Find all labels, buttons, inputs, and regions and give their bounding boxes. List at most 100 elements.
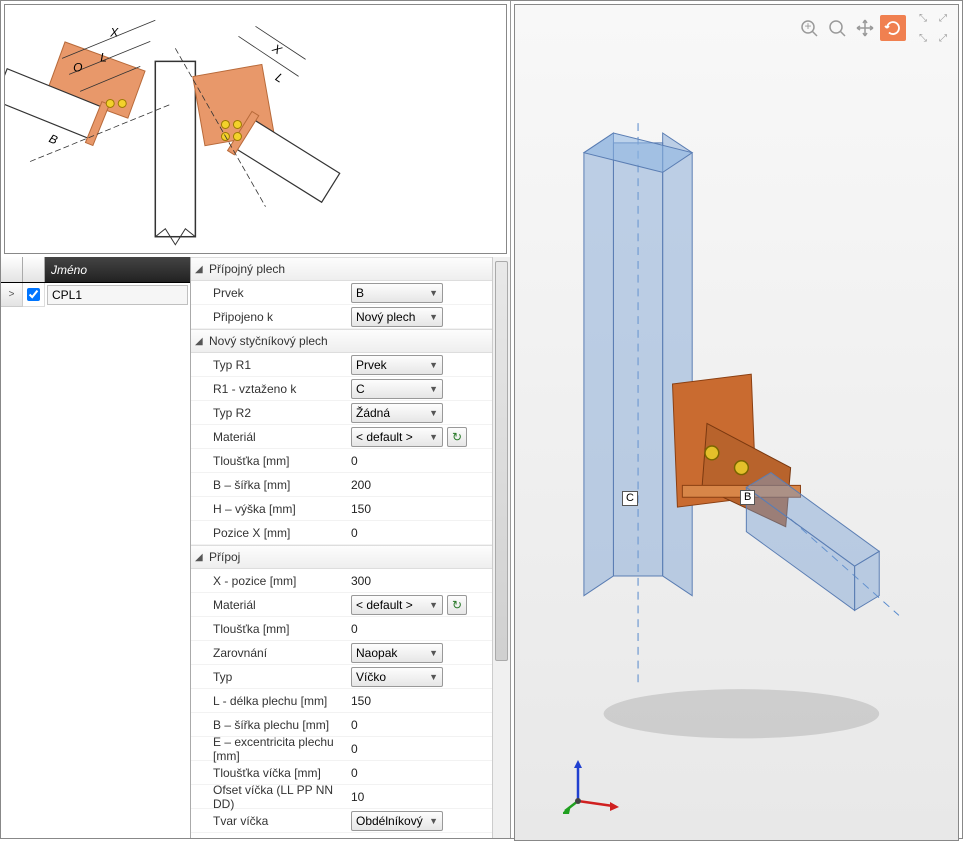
select-value: Prvek bbox=[356, 358, 387, 372]
prop-label: Typ bbox=[191, 670, 351, 684]
prop-e-excentricita: E – excentricita plechu [mm]0 bbox=[191, 737, 492, 761]
prop-r1-vztazeno: R1 - vztaženo kC▼ bbox=[191, 377, 492, 401]
prop-label: E – excentricita plechu [mm] bbox=[191, 735, 351, 763]
prop-label: Připojeno k bbox=[191, 310, 351, 324]
section-title: Přípojný plech bbox=[209, 262, 285, 276]
select-value: C bbox=[356, 382, 365, 396]
material-lookup-button[interactable]: ↻ bbox=[447, 427, 467, 447]
prop-label: Prvek bbox=[191, 286, 351, 300]
select-value: < default > bbox=[356, 598, 413, 612]
prop-value[interactable]: 150 bbox=[351, 502, 371, 516]
prop-x-pozice: X - pozice [mm]300 bbox=[191, 569, 492, 593]
select-value: Naopak bbox=[356, 646, 397, 660]
left-pane: X L O B X L Jméno > ◢Přípojný plech bbox=[1, 1, 511, 838]
chevron-down-icon: ▼ bbox=[429, 408, 438, 418]
prop-label: H – výška [mm] bbox=[191, 502, 351, 516]
row-checkbox-cell[interactable] bbox=[23, 283, 45, 307]
grid-header: Jméno bbox=[1, 257, 190, 283]
select-value: Víčko bbox=[356, 670, 386, 684]
prop-prvek: Prvek B▼ bbox=[191, 281, 492, 305]
prop-label: L - délka plechu [mm] bbox=[191, 694, 351, 708]
prop-b-sirka: B – šířka [mm]200 bbox=[191, 473, 492, 497]
grid-header-name: Jméno bbox=[45, 263, 190, 277]
material-lookup-button[interactable]: ↻ bbox=[447, 595, 467, 615]
select-tvar-vicka[interactable]: Obdélníkový▼ bbox=[351, 811, 443, 831]
svg-text:X: X bbox=[109, 25, 119, 39]
prop-value[interactable]: 0 bbox=[351, 526, 358, 540]
select-material[interactable]: < default > ▼ bbox=[351, 595, 443, 615]
collapse-icon: ◢ bbox=[195, 552, 209, 563]
grid-row[interactable]: > bbox=[1, 283, 190, 307]
select-zarovnani[interactable]: Naopak ▼ bbox=[351, 643, 443, 663]
prop-typ-r2: Typ R2 Žádná ▼ bbox=[191, 401, 492, 425]
prop-tvar-vicka: Tvar víčkaObdélníkový▼ bbox=[191, 809, 492, 833]
prop-label: Typ R1 bbox=[191, 358, 351, 372]
prop-tloustka-s2: Tloušťka [mm]0 bbox=[191, 449, 492, 473]
prop-value[interactable]: 0 bbox=[351, 718, 358, 732]
prop-label: B – šířka [mm] bbox=[191, 478, 351, 492]
prop-label: Tloušťka [mm] bbox=[191, 454, 351, 468]
prop-b-sirka-plechu: B – šířka plechu [mm]0 bbox=[191, 713, 492, 737]
lower-panels: Jméno > ◢Přípojný plech Prvek B▼ Připoje… bbox=[1, 257, 510, 838]
select-typ[interactable]: Víčko▼ bbox=[351, 667, 443, 687]
svg-text:L: L bbox=[100, 50, 107, 64]
row-indicator: > bbox=[1, 283, 23, 307]
prop-label: Zarovnání bbox=[191, 646, 351, 660]
chevron-down-icon: ▼ bbox=[429, 432, 438, 442]
select-value: Nový plech bbox=[356, 310, 415, 324]
properties-panel: ◢Přípojný plech Prvek B▼ Připojeno k Nov… bbox=[191, 257, 510, 838]
prop-typ-r1: Typ R1Prvek▼ bbox=[191, 353, 492, 377]
select-typ-r2[interactable]: Žádná ▼ bbox=[351, 403, 443, 423]
prop-label: B – šířka plechu [mm] bbox=[191, 718, 351, 732]
prop-value[interactable]: 0 bbox=[351, 454, 358, 468]
viewport-3d[interactable]: + ⤡ ⤢ ⤡ ⤢ bbox=[514, 4, 959, 841]
svg-text:X: X bbox=[269, 41, 285, 58]
select-material[interactable]: < default > ▼ bbox=[351, 427, 443, 447]
section-pripoj[interactable]: ◢Přípoj bbox=[191, 545, 492, 569]
label-b: B bbox=[740, 490, 755, 505]
select-prvek[interactable]: B▼ bbox=[351, 283, 443, 303]
prop-value[interactable]: 300 bbox=[351, 574, 371, 588]
section-title: Přípoj bbox=[209, 550, 240, 564]
svg-text:O: O bbox=[73, 60, 83, 74]
scrollbar-thumb[interactable] bbox=[495, 261, 508, 661]
select-value: < default > bbox=[356, 430, 413, 444]
prop-value[interactable]: 10 bbox=[351, 790, 364, 804]
row-name-input[interactable] bbox=[47, 285, 188, 305]
prop-value[interactable]: 150 bbox=[351, 694, 371, 708]
prop-pripojeno-k: Připojeno k Nový plech ▼ bbox=[191, 305, 492, 329]
prop-value[interactable]: 200 bbox=[351, 478, 371, 492]
prop-label: R1 - vztaženo k bbox=[191, 382, 351, 396]
prop-tloustka-vicka: Tloušťka víčka [mm]0 bbox=[191, 761, 492, 785]
prop-pozice-x: Pozice X [mm]0 bbox=[191, 521, 492, 545]
prop-label: Tloušťka [mm] bbox=[191, 622, 351, 636]
prop-label: Typ R2 bbox=[191, 406, 351, 420]
chevron-down-icon: ▼ bbox=[429, 600, 438, 610]
prop-material-s2: Materiál< default >▼↻ bbox=[191, 425, 492, 449]
row-checkbox[interactable] bbox=[27, 288, 40, 301]
prop-value[interactable]: 0 bbox=[351, 742, 358, 756]
select-typ-r1[interactable]: Prvek▼ bbox=[351, 355, 443, 375]
section-title: Nový styčníkový plech bbox=[209, 334, 328, 348]
select-value: B bbox=[356, 286, 364, 300]
chevron-down-icon: ▼ bbox=[429, 384, 438, 394]
select-r1-vzt[interactable]: C▼ bbox=[351, 379, 443, 399]
section-novy-stycnik[interactable]: ◢Nový styčníkový plech bbox=[191, 329, 492, 353]
chevron-down-icon: ▼ bbox=[429, 648, 438, 658]
axis-triad-icon bbox=[563, 756, 623, 816]
chevron-down-icon: ▼ bbox=[429, 288, 438, 298]
chevron-down-icon: ▼ bbox=[429, 816, 438, 826]
section-pripojny-plech[interactable]: ◢Přípojný plech bbox=[191, 257, 492, 281]
prop-value[interactable]: 0 bbox=[351, 766, 358, 780]
select-value: Žádná bbox=[356, 406, 390, 420]
chevron-down-icon: ▼ bbox=[429, 312, 438, 322]
prop-material-s3: Materiál< default >▼↻ bbox=[191, 593, 492, 617]
prop-label: X - pozice [mm] bbox=[191, 574, 351, 588]
prop-tloustka-s3: Tloušťka [mm]0 bbox=[191, 617, 492, 641]
prop-h-vyska: H – výška [mm]150 bbox=[191, 497, 492, 521]
properties-scrollbar[interactable] bbox=[492, 257, 510, 838]
collapse-icon: ◢ bbox=[195, 264, 209, 275]
select-pripojeno[interactable]: Nový plech ▼ bbox=[351, 307, 443, 327]
prop-value[interactable]: 0 bbox=[351, 622, 358, 636]
items-grid: Jméno > bbox=[1, 257, 191, 838]
